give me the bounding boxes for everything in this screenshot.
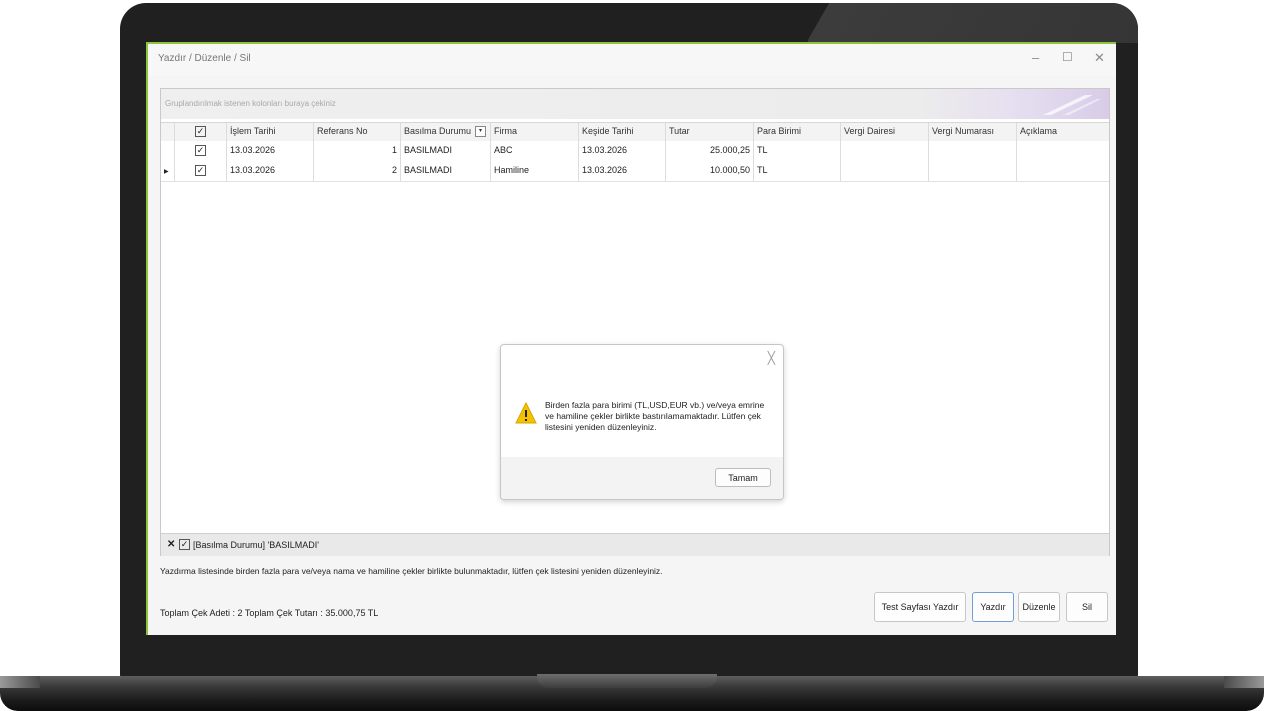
cell-tutar[interactable]: 25.000,25 [666, 141, 754, 161]
cell-aciklama[interactable] [1017, 161, 1109, 181]
cell-para-birimi[interactable]: TL [754, 141, 841, 161]
filter-enabled-checkbox[interactable]: ✓ [179, 539, 190, 550]
column-header-basilma-durumu[interactable]: Basılma Durumu ▾ [401, 123, 491, 141]
row-checkbox[interactable]: ✓ [175, 161, 227, 181]
column-header-tutar[interactable]: Tutar [666, 123, 754, 141]
row-indicator: ▶ [161, 161, 175, 181]
warning-dialog: ╳ Birden fazla para birimi (TL,USD,EUR v… [500, 344, 784, 500]
column-header-firma[interactable]: Firma [491, 123, 579, 141]
check-icon: ✓ [195, 145, 206, 156]
clear-filter-icon[interactable]: ✕ [167, 539, 175, 550]
cell-islem-tarihi[interactable]: 13.03.2026 [227, 141, 314, 161]
row-checkbox[interactable]: ✓ [175, 141, 227, 161]
table-row[interactable]: ▶ ✓ 13.03.2026 2 BASILMADI Hamiline 13.0… [161, 161, 1109, 182]
maximize-icon[interactable]: ☐ [1062, 50, 1073, 64]
filter-text[interactable]: [Basılma Durumu] 'BASILMADI' [193, 540, 319, 550]
cell-vergi-numarasi[interactable] [929, 161, 1017, 181]
column-header-basilma-durumu-label: Basılma Durumu [404, 126, 472, 136]
column-header-aciklama[interactable]: Açıklama [1017, 123, 1109, 141]
test-print-button[interactable]: Test Sayfası Yazdır [874, 592, 966, 622]
cell-vergi-numarasi[interactable] [929, 141, 1017, 161]
filter-dropdown-icon[interactable]: ▾ [475, 126, 486, 137]
cell-aciklama[interactable] [1017, 141, 1109, 161]
column-header-vergi-dairesi[interactable]: Vergi Dairesi [841, 123, 929, 141]
column-header-islem-tarihi[interactable]: İşlem Tarihi [227, 123, 314, 141]
row-indicator-header [161, 123, 175, 141]
group-panel-hint: Gruplandırılmak istenen kolonları buraya… [165, 99, 336, 108]
laptop-base-shine-left [0, 676, 40, 688]
cell-tutar[interactable]: 10.000,50 [666, 161, 754, 181]
warning-icon [515, 401, 537, 424]
dialog-message: Birden fazla para birimi (TL,USD,EUR vb.… [545, 400, 765, 432]
title-bar: Yazdır / Düzenle / Sil – ☐ ✕ [148, 44, 1116, 76]
laptop-notch [537, 674, 717, 688]
column-header-vergi-numarasi[interactable]: Vergi Numarası [929, 123, 1017, 141]
dialog-footer: Tamam [501, 457, 783, 499]
bezel-glare [808, 3, 1138, 43]
column-header-referans-no[interactable]: Referans No [314, 123, 401, 141]
check-icon: ✓ [195, 126, 206, 137]
current-row-arrow-icon: ▶ [164, 169, 169, 175]
row-indicator [161, 141, 175, 161]
select-all-checkbox[interactable]: ✓ [175, 123, 227, 141]
close-icon[interactable]: ✕ [1094, 50, 1105, 66]
cell-para-birimi[interactable]: TL [754, 161, 841, 181]
edit-button[interactable]: Düzenle [1018, 592, 1060, 622]
cell-referans-no[interactable]: 1 [314, 141, 401, 161]
cell-basilma-durumu[interactable]: BASILMADI [401, 141, 491, 161]
decorative-swoosh-icon [1043, 95, 1101, 115]
app-window: Yazdır / Düzenle / Sil – ☐ ✕ Gruplandırı… [146, 42, 1116, 635]
group-panel[interactable]: Gruplandırılmak istenen kolonları buraya… [161, 89, 1109, 119]
filter-bar: ✕ ✓ [Basılma Durumu] 'BASILMADI' [161, 533, 1109, 556]
cell-vergi-dairesi[interactable] [841, 161, 929, 181]
window-title: Yazdır / Düzenle / Sil [158, 53, 251, 64]
cell-keside-tarihi[interactable]: 13.03.2026 [579, 161, 666, 181]
laptop-base-shine-right [1224, 676, 1264, 688]
dialog-close-icon[interactable]: ╳ [768, 351, 775, 365]
cell-referans-no[interactable]: 2 [314, 161, 401, 181]
cell-vergi-dairesi[interactable] [841, 141, 929, 161]
totals-text: Toplam Çek Adeti : 2 Toplam Çek Tutarı :… [160, 608, 379, 618]
status-warning-text: Yazdırma listesinde birden fazla para ve… [160, 566, 663, 576]
table-row[interactable]: ✓ 13.03.2026 1 BASILMADI ABC 13.03.2026 … [161, 141, 1109, 162]
cell-islem-tarihi[interactable]: 13.03.2026 [227, 161, 314, 181]
cell-firma[interactable]: Hamiline [491, 161, 579, 181]
grid-header-row: ✓ İşlem Tarihi Referans No Basılma Durum… [161, 122, 1109, 142]
ok-button[interactable]: Tamam [715, 468, 771, 487]
print-button[interactable]: Yazdır [972, 592, 1014, 622]
column-header-para-birimi[interactable]: Para Birimi [754, 123, 841, 141]
cell-basilma-durumu[interactable]: BASILMADI [401, 161, 491, 181]
cell-firma[interactable]: ABC [491, 141, 579, 161]
check-icon: ✓ [195, 165, 206, 176]
cell-keside-tarihi[interactable]: 13.03.2026 [579, 141, 666, 161]
delete-button[interactable]: Sil [1066, 592, 1108, 622]
column-header-keside-tarihi[interactable]: Keşide Tarihi [579, 123, 666, 141]
minimize-icon[interactable]: – [1032, 50, 1039, 65]
